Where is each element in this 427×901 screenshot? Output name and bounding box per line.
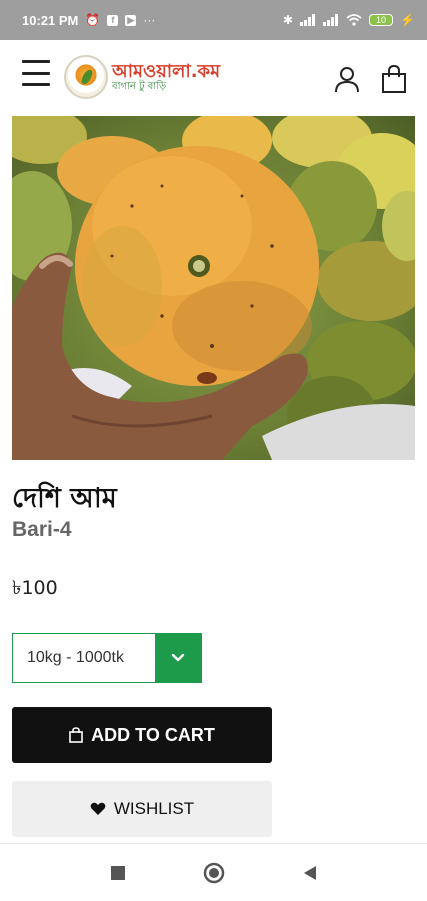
weight-select[interactable]: 10kg - 1000tk <box>12 633 202 683</box>
add-to-cart-button[interactable]: ADD TO CART <box>12 707 272 763</box>
logo-text-block: আমওয়ালা.কম বাগান টু বাড়ি <box>112 60 221 93</box>
back-icon[interactable] <box>303 865 317 881</box>
more-notifications-icon: ··· <box>143 13 156 27</box>
recent-apps-icon[interactable] <box>110 865 125 880</box>
system-nav-bar <box>0 843 427 901</box>
chevron-down-icon <box>171 653 185 662</box>
home-icon[interactable] <box>203 862 225 884</box>
status-time: 10:21 PM <box>22 12 79 28</box>
youtube-icon: ▶ <box>125 14 137 26</box>
status-left: 10:21 PM ⏰ f ▶ ··· <box>22 13 155 28</box>
facebook-icon: f <box>107 14 119 26</box>
logo-text: আমওয়ালা.কম <box>112 60 221 82</box>
status-bar: 10:21 PM ⏰ f ▶ ··· ✱ 10 ⚡ <box>0 0 427 40</box>
mango-logo-icon <box>64 55 108 99</box>
signal-icon <box>300 14 316 26</box>
alarm-icon: ⏰ <box>85 13 101 27</box>
user-account-icon[interactable] <box>335 67 359 93</box>
shopping-bag-icon[interactable] <box>381 65 407 93</box>
wifi-icon <box>346 14 362 26</box>
product-title: দেশি আম <box>12 483 117 514</box>
product-variant: Bari-4 <box>12 518 72 541</box>
product-image[interactable] <box>12 116 415 460</box>
heart-icon <box>90 802 106 815</box>
weight-select-value: 10kg - 1000tk <box>27 649 124 666</box>
add-to-cart-label: ADD TO CART <box>91 724 215 745</box>
signal-icon-2 <box>323 14 339 26</box>
wishlist-button[interactable]: WISHLIST <box>12 781 272 837</box>
product-price: ৳100 <box>12 577 58 599</box>
app-header: আমওয়ালা.কম বাগান টু বাড়ি <box>0 40 427 116</box>
site-logo[interactable]: আমওয়ালা.কম বাগান টু বাড়ি <box>64 55 220 99</box>
bluetooth-icon: ✱ <box>282 13 294 27</box>
battery-icon: 10 <box>369 14 394 26</box>
logo-tagline: বাগান টু বাড়ি <box>112 81 167 93</box>
bag-icon <box>69 727 83 743</box>
wishlist-label: WISHLIST <box>113 799 195 818</box>
dropdown-toggle[interactable] <box>155 634 201 682</box>
charging-icon: ⚡ <box>400 13 415 27</box>
hamburger-menu-icon[interactable] <box>22 60 50 86</box>
mango-photo <box>12 116 415 460</box>
status-right: ✱ 10 ⚡ <box>283 14 415 26</box>
